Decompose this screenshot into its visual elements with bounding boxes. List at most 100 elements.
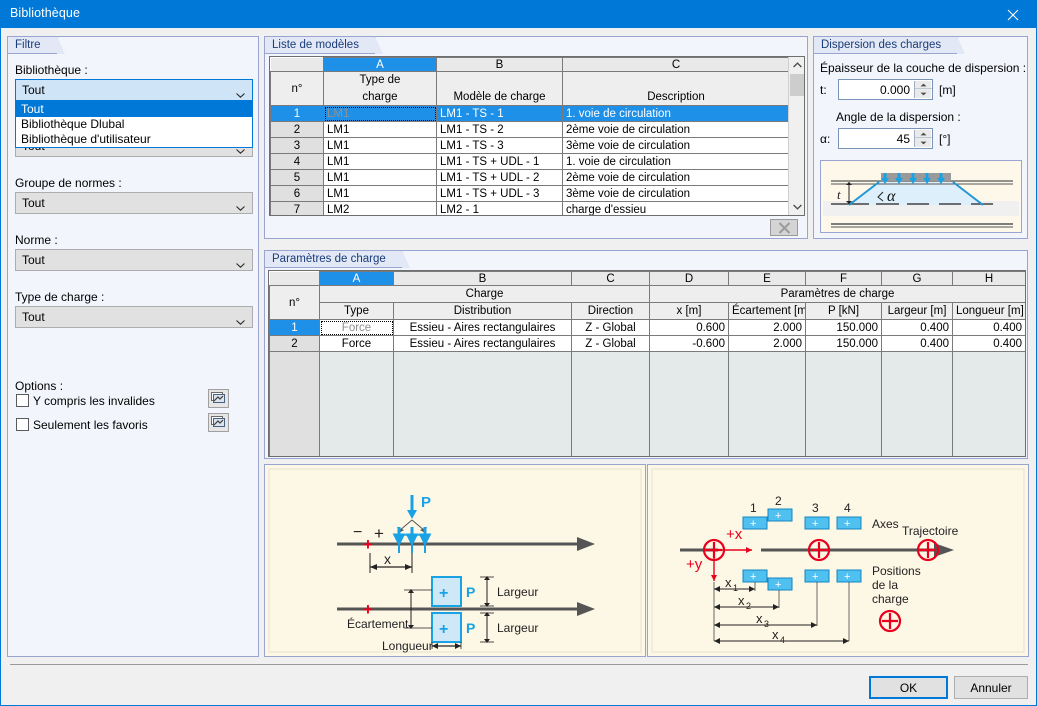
cell-model[interactable]: LM1 - TS - 2: [436, 121, 563, 138]
ok-button-label: OK: [899, 680, 918, 695]
angle-input[interactable]: 45: [838, 128, 933, 149]
cell-description[interactable]: 1. voie de circulation: [562, 105, 790, 122]
empty-cell[interactable]: [393, 351, 572, 456]
cell-description[interactable]: 3ème voie de circulation: [562, 137, 790, 154]
cell-p[interactable]: 150.000: [805, 335, 882, 352]
empty-cell[interactable]: [881, 351, 953, 456]
col-letter-a[interactable]: A: [323, 57, 437, 72]
library-dropdown-list[interactable]: Tout Bibliothèque Dlubal Bibliothèque d'…: [15, 101, 253, 148]
cell-type[interactable]: LM1: [323, 153, 437, 170]
header-type-line2: charge: [323, 88, 437, 106]
cancel-button[interactable]: Annuler: [954, 676, 1028, 699]
library-combo[interactable]: Tout: [15, 79, 253, 101]
cell-description[interactable]: 2ème voie de circulation: [562, 121, 790, 138]
thickness-stepper[interactable]: [914, 81, 932, 98]
table-row[interactable]: 2 Force Essieu - Aires rectangulaires Z …: [269, 335, 1025, 352]
cell-ecartement[interactable]: 2.000: [728, 319, 806, 336]
chevron-up-icon[interactable]: [789, 57, 804, 73]
empty-cell[interactable]: [952, 351, 1025, 456]
include-invalid-checkbox[interactable]: [16, 394, 29, 407]
chevron-down-icon[interactable]: [789, 199, 804, 215]
empty-cell[interactable]: [805, 351, 882, 456]
model-list-table[interactable]: A B C n° Type de charge Modèle de charge…: [269, 56, 805, 216]
cell-model[interactable]: LM2 - 1: [436, 201, 563, 215]
col-letter-a[interactable]: A: [319, 271, 394, 286]
cell-type[interactable]: LM1: [323, 137, 437, 154]
cell-type[interactable]: Force: [319, 335, 394, 352]
empty-cell[interactable]: [728, 351, 806, 456]
empty-cell[interactable]: [649, 351, 729, 456]
col-letter-b[interactable]: B: [436, 57, 563, 72]
col-letter-d[interactable]: D: [649, 271, 729, 286]
include-invalid-edit-icon[interactable]: [208, 389, 229, 408]
table-empty-row[interactable]: [269, 351, 1025, 456]
standard-combo[interactable]: Tout: [15, 249, 253, 271]
empty-cell[interactable]: [571, 351, 650, 456]
scrollbar-thumb[interactable]: [790, 74, 804, 96]
stepper-down-icon[interactable]: [915, 90, 932, 98]
cell-type[interactable]: Force: [319, 319, 394, 336]
cell-largeur[interactable]: 0.400: [881, 319, 953, 336]
col-letter-g[interactable]: G: [881, 271, 953, 286]
table-row[interactable]: 4 LM1 LM1 - TS + UDL - 1 1. voie de circ…: [270, 153, 790, 170]
col-letter-b[interactable]: B: [393, 271, 572, 286]
col-letter-e[interactable]: E: [728, 271, 806, 286]
cell-type[interactable]: LM1: [323, 121, 437, 138]
empty-cell[interactable]: [319, 351, 394, 456]
cell-x[interactable]: 0.600: [649, 319, 729, 336]
thickness-input[interactable]: 0.000: [838, 79, 933, 100]
col-letter-f[interactable]: F: [805, 271, 882, 286]
cell-type[interactable]: LM2: [323, 201, 437, 215]
table-row[interactable]: 5 LM1 LM1 - TS + UDL - 2 2ème voie de ci…: [270, 169, 790, 186]
delete-x-icon[interactable]: [770, 219, 798, 236]
cell-type[interactable]: LM1: [323, 169, 437, 186]
cell-type[interactable]: LM1: [323, 185, 437, 202]
cell-model[interactable]: LM1 - TS - 1: [436, 105, 563, 122]
cell-description[interactable]: 3ème voie de circulation: [562, 185, 790, 202]
standards-group-combo[interactable]: Tout: [15, 192, 253, 214]
load-positions-trajectory-diagram: + + + + 1 2 3 4 Axes + + + + +x +y x 1 x…: [647, 464, 1029, 657]
dispersion-panel: Dispersion des charges Épaisseur de la c…: [813, 36, 1028, 239]
cell-direction[interactable]: Z - Global: [571, 335, 650, 352]
cell-description[interactable]: charge d'essieu: [562, 201, 790, 215]
stepper-up-icon[interactable]: [915, 81, 932, 89]
dropdown-option-dlubal[interactable]: Bibliothèque Dlubal: [16, 117, 252, 132]
angle-stepper[interactable]: [914, 130, 932, 147]
ok-button[interactable]: OK: [869, 676, 948, 699]
favorites-only-edit-icon[interactable]: [208, 413, 229, 432]
table-row[interactable]: 6 LM1 LM1 - TS + UDL - 3 3ème voie de ci…: [270, 185, 790, 202]
cell-longueur[interactable]: 0.400: [952, 335, 1025, 352]
col-letter-c[interactable]: C: [571, 271, 650, 286]
model-list-scrollbar[interactable]: [788, 57, 804, 215]
favorites-only-checkbox[interactable]: [16, 418, 29, 431]
cell-type[interactable]: LM1: [323, 105, 437, 122]
cell-description[interactable]: 1. voie de circulation: [562, 153, 790, 170]
col-letter-c[interactable]: C: [562, 57, 790, 72]
stepper-down-icon[interactable]: [915, 139, 932, 147]
table-row[interactable]: 1 LM1 LM1 - TS - 1 1. voie de circulatio…: [270, 105, 790, 122]
table-row[interactable]: 7 LM2 LM2 - 1 charge d'essieu: [270, 201, 790, 215]
cell-model[interactable]: LM1 - TS + UDL - 1: [436, 153, 563, 170]
col-letter-h[interactable]: H: [952, 271, 1025, 286]
cell-ecartement[interactable]: 2.000: [728, 335, 806, 352]
table-row[interactable]: 1 Force Essieu - Aires rectangulaires Z …: [269, 319, 1025, 336]
cell-description[interactable]: 2ème voie de circulation: [562, 169, 790, 186]
cell-x[interactable]: -0.600: [649, 335, 729, 352]
cell-model[interactable]: LM1 - TS + UDL - 2: [436, 169, 563, 186]
dropdown-option-utilisateur[interactable]: Bibliothèque d'utilisateur: [16, 132, 252, 147]
cell-p[interactable]: 150.000: [805, 319, 882, 336]
cell-longueur[interactable]: 0.400: [952, 319, 1025, 336]
cell-distribution[interactable]: Essieu - Aires rectangulaires: [393, 319, 572, 336]
load-type-combo[interactable]: Tout: [15, 306, 253, 328]
close-icon[interactable]: [990, 1, 1036, 28]
cell-model[interactable]: LM1 - TS - 3: [436, 137, 563, 154]
table-row[interactable]: 2 LM1 LM1 - TS - 2 2ème voie de circulat…: [270, 121, 790, 138]
stepper-up-icon[interactable]: [915, 130, 932, 138]
cell-direction[interactable]: Z - Global: [571, 319, 650, 336]
cell-model[interactable]: LM1 - TS + UDL - 3: [436, 185, 563, 202]
table-row[interactable]: 3 LM1 LM1 - TS - 3 3ème voie de circulat…: [270, 137, 790, 154]
cell-largeur[interactable]: 0.400: [881, 335, 953, 352]
cell-distribution[interactable]: Essieu - Aires rectangulaires: [393, 335, 572, 352]
load-parameters-table[interactable]: A B C D E F G H n° Charge Paramètres de …: [268, 270, 1026, 457]
dropdown-option-tout[interactable]: Tout: [16, 102, 252, 117]
